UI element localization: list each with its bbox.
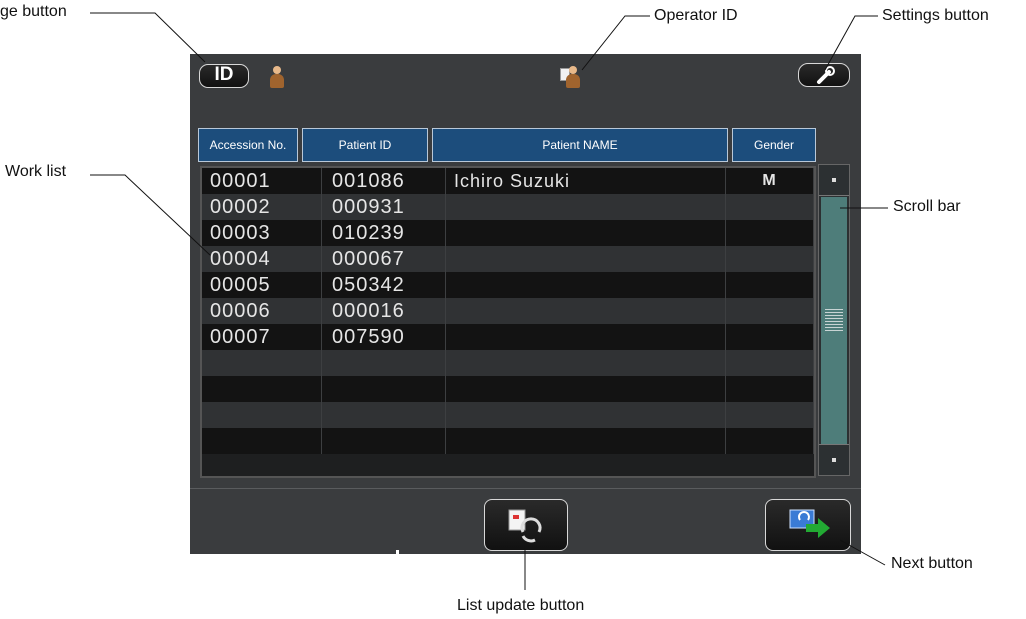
patient-id-cell: 000016: [322, 298, 446, 324]
patient-id-cell: 010239: [322, 220, 446, 246]
accession-no-cell: [202, 376, 322, 402]
patient-id-cell: 000931: [322, 194, 446, 220]
accession-no-cell: 00002: [202, 194, 322, 220]
table-row[interactable]: 00004 000067: [202, 246, 814, 272]
column-header-accession-no[interactable]: Accession No.: [198, 128, 298, 162]
next-arrow-icon: [789, 509, 830, 538]
patient-id-cell: 000067: [322, 246, 446, 272]
patient-name-cell: Ichiro Suzuki: [446, 168, 726, 194]
table-row[interactable]: [202, 376, 814, 402]
patient-name-cell: [446, 298, 726, 324]
table-row[interactable]: 00003 010239: [202, 220, 814, 246]
id-card-icon: ID: [214, 64, 234, 85]
column-header-gender[interactable]: Gender: [732, 128, 816, 162]
next-button[interactable]: [765, 499, 851, 551]
patient-name-cell: [446, 402, 726, 428]
screen-artifact: [396, 550, 399, 556]
table-row[interactable]: [202, 350, 814, 376]
list-refresh-icon: [508, 509, 542, 543]
patient-id-cell: [322, 402, 446, 428]
gender-cell: M: [726, 168, 814, 194]
table-row[interactable]: 00002 000931: [202, 194, 814, 220]
scroll-down-button[interactable]: [819, 444, 849, 475]
operator-id-icon: [560, 66, 580, 88]
device-screen: ID Accession No. Patient ID Patient NAME…: [190, 54, 861, 556]
patient-name-cell: [446, 272, 726, 298]
scroll-up-button[interactable]: [819, 165, 849, 196]
callout-next-button: Next button: [891, 555, 973, 572]
table-row[interactable]: [202, 402, 814, 428]
patient-name-cell: [446, 246, 726, 272]
callout-id-change-button: ge button: [0, 3, 67, 20]
gender-cell: [726, 298, 814, 324]
accession-no-cell: 00007: [202, 324, 322, 350]
patient-id-cell: 050342: [322, 272, 446, 298]
column-header-patient-id[interactable]: Patient ID: [302, 128, 428, 162]
table-row[interactable]: 00007 007590: [202, 324, 814, 350]
user-icon: [270, 66, 284, 88]
accession-no-cell: [202, 402, 322, 428]
gender-cell: [726, 220, 814, 246]
patient-id-cell: [322, 428, 446, 454]
gender-cell: [726, 350, 814, 376]
gender-cell: [726, 272, 814, 298]
accession-no-cell: 00001: [202, 168, 322, 194]
patient-name-cell: [446, 194, 726, 220]
table-row[interactable]: 00006 000016: [202, 298, 814, 324]
accession-no-cell: 00006: [202, 298, 322, 324]
scroll-thumb[interactable]: [821, 197, 847, 445]
patient-id-cell: [322, 350, 446, 376]
grip-icon: [825, 309, 843, 331]
id-change-button[interactable]: ID: [199, 64, 249, 88]
patient-name-cell: [446, 324, 726, 350]
gender-cell: [726, 402, 814, 428]
callout-list-update-button: List update button: [457, 597, 585, 614]
table-row[interactable]: 00001 001086 Ichiro Suzuki M: [202, 168, 814, 194]
gender-cell: [726, 428, 814, 454]
callout-work-list: Work list: [5, 163, 67, 180]
patient-name-cell: [446, 220, 726, 246]
patient-name-cell: [446, 376, 726, 402]
gender-cell: [726, 324, 814, 350]
work-list: 00001 001086 Ichiro Suzuki M 00002 00093…: [200, 166, 816, 478]
patient-id-cell: [322, 376, 446, 402]
accession-no-cell: 00005: [202, 272, 322, 298]
table-row[interactable]: 00005 050342: [202, 272, 814, 298]
gender-cell: [726, 246, 814, 272]
callout-operator-id: Operator ID: [654, 7, 738, 24]
patient-id-cell: 007590: [322, 324, 446, 350]
scroll-bar[interactable]: [818, 164, 850, 476]
patient-name-cell: [446, 428, 726, 454]
column-header-patient-name[interactable]: Patient NAME: [432, 128, 728, 162]
accession-no-cell: [202, 350, 322, 376]
patient-id-cell: 001086: [322, 168, 446, 194]
gender-cell: [726, 194, 814, 220]
accession-no-cell: 00004: [202, 246, 322, 272]
table-row[interactable]: [202, 428, 814, 454]
callout-scroll-bar: Scroll bar: [893, 198, 961, 215]
patient-name-cell: [446, 350, 726, 376]
accession-no-cell: [202, 428, 322, 454]
wrench-icon: [817, 66, 835, 84]
gender-cell: [726, 376, 814, 402]
list-update-button[interactable]: [484, 499, 568, 551]
settings-button[interactable]: [798, 63, 850, 87]
accession-no-cell: 00003: [202, 220, 322, 246]
callout-settings-button: Settings button: [882, 7, 989, 24]
